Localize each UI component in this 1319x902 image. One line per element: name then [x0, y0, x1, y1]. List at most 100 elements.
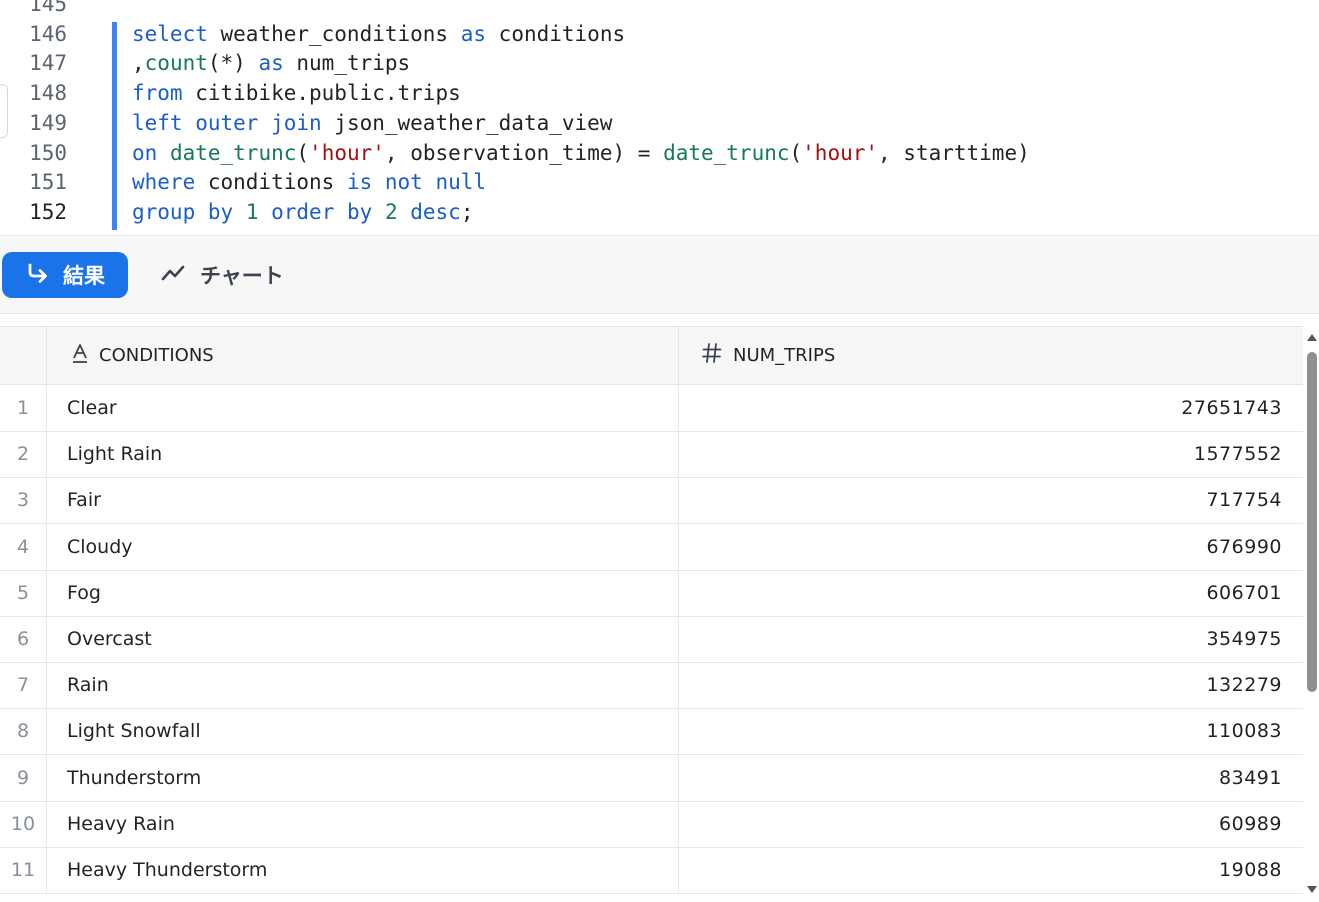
cell-num-trips[interactable]: 83491	[679, 755, 1303, 801]
code-token: conditions	[486, 21, 626, 46]
code-token: conditions	[195, 170, 347, 195]
table-row[interactable]: 3 Fair 717754	[0, 477, 1303, 525]
code-line[interactable]: 145	[0, 0, 1319, 19]
table-row[interactable]: 1 Clear 27651743	[0, 385, 1303, 432]
code-token: is not null	[346, 170, 487, 195]
line-number: 150	[29, 140, 67, 165]
code-text: where conditions is not null	[132, 167, 486, 197]
cell-value: Overcast	[67, 628, 152, 650]
column-label: CONDITIONS	[99, 345, 214, 366]
cell-value: 83491	[1219, 766, 1282, 789]
code-token: order by	[271, 199, 373, 224]
column-header-conditions[interactable]: CONDITIONS	[47, 327, 679, 384]
code-line[interactable]: 152 group by 1 order by 2 desc;	[0, 197, 1319, 227]
cell-num-trips[interactable]: 676990	[679, 524, 1303, 570]
cell-value: 27651743	[1181, 397, 1282, 419]
cell-conditions[interactable]: Light Rain	[47, 431, 679, 478]
code-token: citibike.public.trips	[182, 81, 461, 106]
code-line[interactable]: 151 where conditions is not null	[0, 167, 1319, 197]
column-header-num-trips[interactable]: NUM_TRIPS	[679, 327, 1303, 384]
table-row[interactable]: 4 Cloudy 676990	[0, 523, 1303, 571]
cell-value: Clear	[67, 397, 117, 419]
cell-value: 19088	[1219, 859, 1282, 881]
table-row[interactable]: 8 Light Snowfall 110083	[0, 708, 1303, 756]
code-token: date_trunc	[169, 140, 297, 165]
cell-value: Heavy Rain	[67, 812, 175, 835]
row-index: 8	[0, 708, 47, 755]
cell-value: 676990	[1206, 535, 1282, 558]
code-token: ;	[460, 199, 474, 224]
tab-results[interactable]: 結果	[2, 252, 128, 298]
cell-num-trips[interactable]: 132279	[679, 662, 1303, 708]
scroll-down-arrow-icon[interactable]	[1307, 886, 1317, 893]
line-number: 147	[29, 51, 67, 76]
table-row[interactable]: 6 Overcast 354975	[0, 616, 1303, 663]
row-index: 4	[0, 523, 47, 570]
table-row[interactable]: 5 Fog 606701	[0, 569, 1303, 617]
scroll-up-arrow-icon[interactable]	[1307, 334, 1317, 341]
code-text: ,count(*) as num_trips	[132, 48, 410, 78]
cell-conditions[interactable]: Rain	[47, 662, 679, 709]
table-row[interactable]: 9 Thunderstorm 83491	[0, 754, 1303, 802]
number-type-icon	[701, 342, 723, 369]
cell-num-trips[interactable]: 354975	[679, 616, 1303, 662]
row-index: 1	[0, 385, 47, 431]
cell-conditions[interactable]: Heavy Thunderstorm	[47, 847, 679, 893]
cell-num-trips[interactable]: 110083	[679, 708, 1303, 754]
code-text: left outer join json_weather_data_view	[132, 108, 612, 138]
code-token: (	[789, 140, 803, 165]
cell-value: Heavy Thunderstorm	[67, 859, 268, 881]
cell-conditions[interactable]: Heavy Rain	[47, 800, 679, 847]
cell-conditions[interactable]: Clear	[47, 385, 679, 431]
cell-conditions[interactable]: Light Snowfall	[47, 708, 679, 755]
cell-conditions[interactable]: Cloudy	[47, 523, 679, 570]
cell-conditions[interactable]: Overcast	[47, 616, 679, 662]
table-row[interactable]: 11 Heavy Thunderstorm 19088	[0, 847, 1303, 894]
cell-num-trips[interactable]: 27651743	[679, 385, 1303, 431]
tab-results-label: 結果	[63, 264, 105, 288]
table-row[interactable]: 2 Light Rain 1577552	[0, 431, 1303, 479]
row-index: 2	[0, 431, 47, 478]
code-token: 'hour'	[309, 140, 385, 165]
cell-value: Fog	[67, 581, 101, 604]
code-line[interactable]: 148 from citibike.public.trips	[0, 78, 1319, 108]
cell-value: 354975	[1206, 628, 1282, 650]
code-line[interactable]: 147 ,count(*) as num_trips	[0, 48, 1319, 78]
table-row[interactable]: 7 Rain 132279	[0, 662, 1303, 710]
cell-conditions[interactable]: Fog	[47, 569, 679, 616]
code-token: group by	[132, 199, 234, 224]
cell-value: Light Snowfall	[67, 720, 201, 743]
code-token: on	[132, 140, 158, 165]
code-line[interactable]: 146 select weather_conditions as conditio…	[0, 19, 1319, 49]
code-line[interactable]: 149 left outer join json_weather_data_vie…	[0, 108, 1319, 138]
code-text: from citibike.public.trips	[132, 78, 461, 108]
cell-conditions[interactable]: Fair	[47, 477, 679, 524]
table-row[interactable]: 10 Heavy Rain 60989	[0, 800, 1303, 848]
row-index: 3	[0, 477, 47, 524]
line-chart-icon	[160, 262, 186, 289]
cell-value: 717754	[1206, 489, 1282, 512]
cell-conditions[interactable]: Thunderstorm	[47, 754, 679, 801]
cell-num-trips[interactable]: 717754	[679, 477, 1303, 523]
text-type-icon	[71, 342, 89, 369]
code-token: date_trunc	[663, 140, 790, 165]
code-line[interactable]: 150 on date_trunc('hour', observation_tim…	[0, 138, 1319, 168]
cell-num-trips[interactable]: 19088	[679, 847, 1303, 893]
column-label: NUM_TRIPS	[733, 345, 836, 366]
cell-num-trips[interactable]: 1577552	[679, 431, 1303, 477]
scroll-thumb[interactable]	[1307, 352, 1317, 692]
sql-editor[interactable]: 145 146 select weather_conditions as condi…	[0, 0, 1319, 235]
grid-scrollbar[interactable]	[1303, 326, 1319, 901]
tab-chart[interactable]: チャート	[160, 252, 284, 298]
cell-num-trips[interactable]: 606701	[679, 570, 1303, 616]
cell-num-trips[interactable]: 60989	[679, 801, 1303, 847]
row-index-header	[0, 327, 47, 384]
cell-value: Fair	[67, 489, 101, 512]
code-token: select	[132, 21, 208, 46]
row-index: 10	[0, 800, 47, 847]
cell-value: Cloudy	[67, 535, 133, 558]
row-index: 11	[0, 847, 47, 893]
row-index: 6	[0, 616, 47, 662]
